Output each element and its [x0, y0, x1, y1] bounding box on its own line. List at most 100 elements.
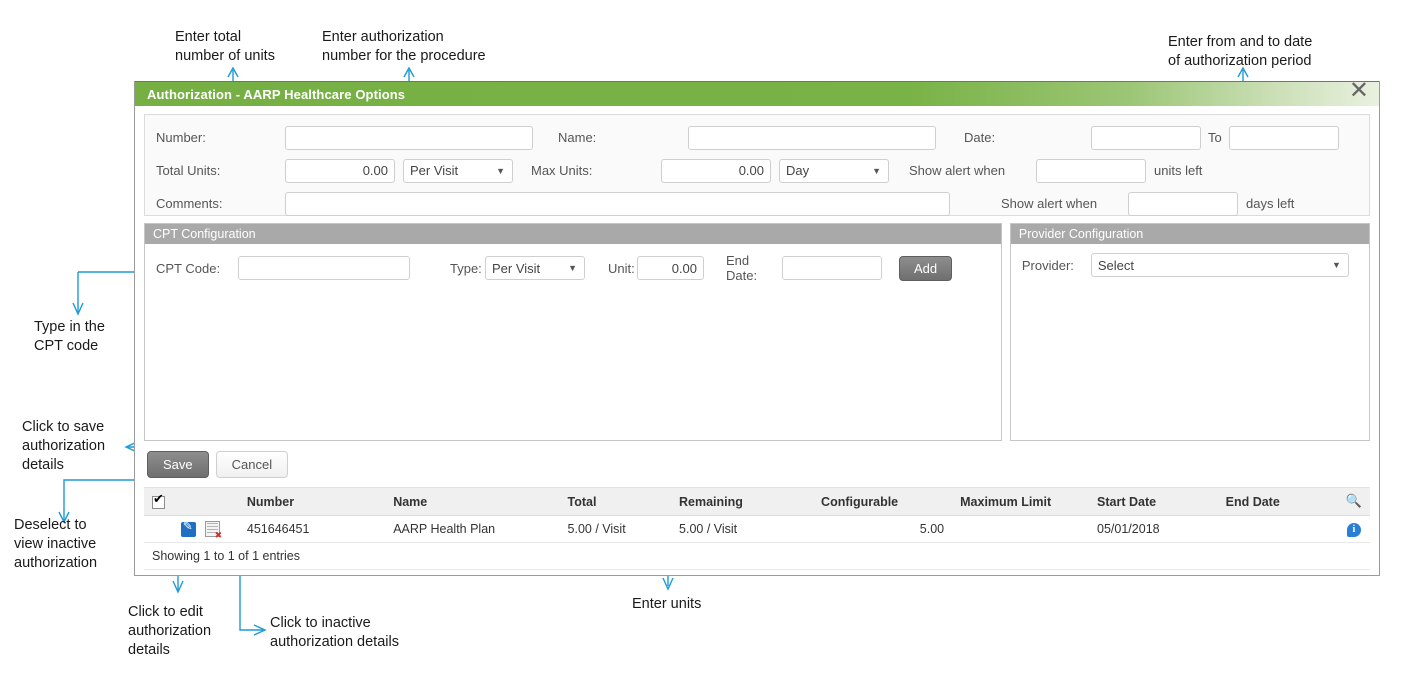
- provider-value: Select: [1097, 257, 1135, 273]
- provider-list-area: [1010, 286, 1369, 434]
- column-start-date[interactable]: Start Date: [1089, 488, 1218, 516]
- select-all-checkbox[interactable]: [152, 492, 165, 509]
- table-header-row: Number Name Total Remaining Configurable…: [144, 488, 1370, 516]
- column-number[interactable]: Number: [238, 488, 386, 516]
- total-units-input[interactable]: [285, 158, 395, 183]
- annotation-cpt-code: Type in the CPT code: [34, 319, 105, 354]
- cpt-code-label: CPT Code:: [156, 260, 221, 276]
- comments-label: Comments:: [156, 196, 223, 211]
- provider-configuration-body: Provider: Select ▼: [1011, 244, 1369, 286]
- row-actions: [144, 515, 239, 543]
- form-row-2: Total Units: Per Visit ▼ Max Units: Day …: [145, 154, 1369, 187]
- annotation-inactive: Click to inactive authorization details: [270, 615, 399, 650]
- cpt-code-input[interactable]: [238, 256, 410, 280]
- provider-configuration-panel: Provider Configuration Provider: Select …: [1009, 223, 1370, 441]
- authorization-table: Number Name Total Remaining Configurable…: [144, 487, 1370, 570]
- cpt-end-date-label: End Date:: [726, 253, 758, 283]
- form-row-3: Comments: Show alert when days left: [145, 187, 1369, 220]
- provider-label: Provider:: [1021, 257, 1074, 273]
- provider-configuration-title: Provider Configuration: [1010, 224, 1369, 244]
- max-units-period-value: Day: [786, 163, 810, 178]
- number-input[interactable]: [285, 125, 533, 150]
- column-remaining[interactable]: Remaining: [671, 488, 814, 516]
- chevron-down-icon: ▼: [496, 165, 505, 176]
- chevron-down-icon: ▼: [872, 165, 881, 176]
- date-to-input[interactable]: [1228, 125, 1339, 150]
- column-search[interactable]: 🔍: [1337, 488, 1370, 516]
- date-to-label: To: [1208, 130, 1222, 145]
- cell-remaining: 5.00 / Visit: [671, 515, 814, 543]
- dialog-title: Authorization - AARP Healthcare Options: [147, 86, 406, 102]
- cpt-type-select[interactable]: Per Visit ▼: [485, 256, 585, 280]
- chevron-down-icon: ▼: [568, 263, 577, 273]
- max-units-label: Max Units:: [531, 163, 593, 178]
- cpt-end-date-input[interactable]: [782, 256, 882, 280]
- annotation-edit: Click to edit authorization details: [128, 604, 212, 658]
- table-footer-text: Showing 1 to 1 of 1 entries: [144, 542, 1370, 570]
- chevron-down-icon: ▼: [1331, 260, 1341, 270]
- annotation-deselect: Deselect to view inactive authorization: [14, 517, 98, 571]
- cell-maximum-limit: [952, 515, 1090, 543]
- date-from-input[interactable]: [1091, 125, 1201, 150]
- cell-number: 451646451: [238, 515, 386, 543]
- name-input[interactable]: [688, 125, 936, 150]
- authorization-form: Number: Name: Date: To Total Units: Per …: [144, 114, 1370, 216]
- alert-units-label: Show alert when: [909, 163, 1006, 178]
- table-row: 451646451 AARP Health Plan 5.00 / Visit …: [144, 515, 1370, 543]
- date-label: Date:: [964, 130, 996, 145]
- name-label: Name:: [558, 130, 597, 145]
- column-end-date[interactable]: End Date: [1217, 488, 1338, 516]
- alert-days-label: Show alert when: [1001, 196, 1098, 211]
- cell-start-date: 05/01/2018: [1089, 515, 1218, 543]
- close-icon[interactable]: ✕: [1349, 78, 1369, 102]
- configuration-panels: CPT Configuration CPT Code: Type: Per Vi…: [144, 223, 1370, 441]
- cell-info: i: [1337, 515, 1370, 543]
- column-total[interactable]: Total: [559, 488, 672, 516]
- cell-configurable: 5.00: [813, 515, 953, 543]
- number-label: Number:: [156, 130, 206, 145]
- dialog-actions: Save Cancel: [147, 451, 1379, 478]
- table-footer-row: Showing 1 to 1 of 1 entries: [144, 542, 1370, 570]
- save-button[interactable]: Save: [147, 451, 209, 478]
- cpt-configuration-body: CPT Code: Type: Per Visit ▼ Unit: End Da…: [145, 244, 1001, 292]
- max-units-period-select[interactable]: Day ▼: [779, 158, 889, 183]
- alert-days-input[interactable]: [1128, 191, 1238, 216]
- annotation-save: Click to save authorization details: [22, 419, 106, 473]
- cpt-configuration-title: CPT Configuration: [145, 224, 1001, 244]
- alert-units-input[interactable]: [1036, 158, 1146, 183]
- cell-total: 5.00 / Visit: [559, 515, 672, 543]
- inactivate-icon[interactable]: [205, 521, 222, 541]
- info-icon[interactable]: i: [1346, 523, 1361, 537]
- dialog-titlebar: Authorization - AARP Healthcare Options …: [135, 78, 1379, 106]
- total-units-period-value: Per Visit: [410, 163, 459, 178]
- cpt-list-area: [145, 292, 1001, 440]
- edit-icon[interactable]: [180, 519, 196, 537]
- max-units-input[interactable]: [661, 158, 771, 183]
- cell-end-date: [1217, 515, 1338, 543]
- search-icon[interactable]: 🔍: [1346, 494, 1362, 509]
- total-units-label: Total Units:: [156, 163, 221, 178]
- provider-select[interactable]: Select ▼: [1090, 253, 1349, 277]
- alert-units-suffix: units left: [1154, 163, 1203, 178]
- comments-input[interactable]: [285, 191, 950, 216]
- cpt-configuration-panel: CPT Configuration CPT Code: Type: Per Vi…: [144, 223, 1002, 441]
- type-label: Type:: [450, 260, 482, 276]
- cancel-button[interactable]: Cancel: [215, 451, 289, 478]
- add-button[interactable]: Add: [899, 255, 953, 281]
- authorization-dialog: Authorization - AARP Healthcare Options …: [134, 78, 1380, 576]
- alert-days-suffix: days left: [1246, 196, 1295, 211]
- select-all-column: [144, 488, 239, 516]
- annotation-units: Enter units: [632, 596, 702, 612]
- cpt-type-value: Per Visit: [492, 260, 541, 276]
- cpt-unit-input[interactable]: [637, 256, 704, 280]
- column-name[interactable]: Name: [385, 488, 560, 516]
- form-row-1: Number: Name: Date: To: [145, 121, 1369, 154]
- annotation-auth-number: Enter authorization number for the proce…: [322, 29, 486, 64]
- unit-label: Unit:: [608, 260, 635, 276]
- cell-name: AARP Health Plan: [385, 515, 560, 543]
- annotation-total-units: Enter total number of units: [175, 29, 275, 64]
- column-maximum-limit[interactable]: Maximum Limit: [952, 488, 1090, 516]
- column-configurable[interactable]: Configurable: [813, 488, 953, 516]
- total-units-period-select[interactable]: Per Visit ▼: [403, 158, 513, 183]
- annotation-auth-period: Enter from and to date of authorization …: [1168, 34, 1313, 69]
